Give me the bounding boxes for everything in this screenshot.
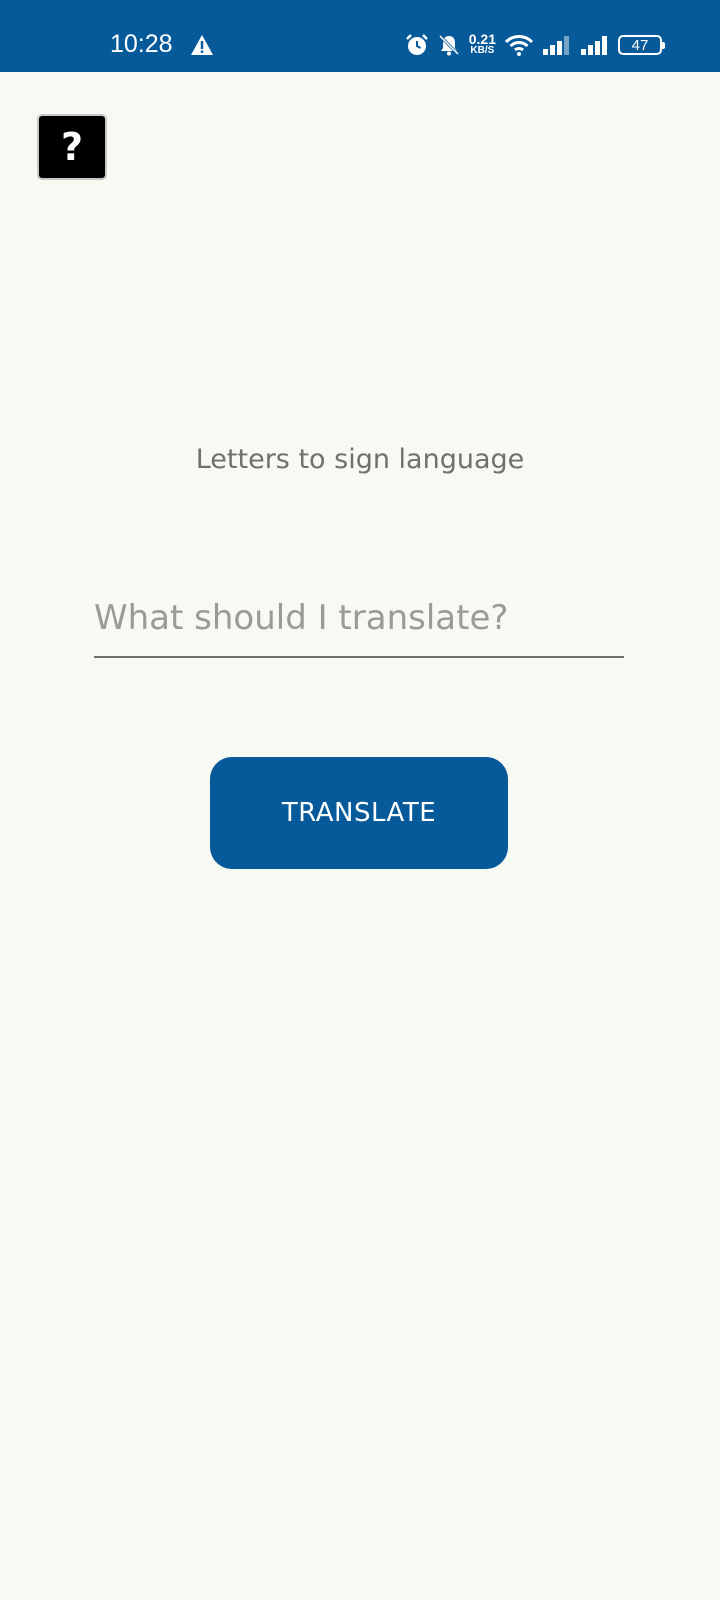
help-button[interactable]: ?: [37, 114, 107, 180]
network-speed-unit: KB/S: [470, 45, 495, 56]
signal-icon-2: [581, 36, 607, 55]
help-button-label: ?: [60, 125, 84, 169]
battery-level: 47: [631, 36, 649, 54]
translate-input-container: [94, 580, 624, 658]
translate-button-label: TRANSLATE: [281, 798, 437, 828]
battery-icon: 47: [618, 35, 665, 55]
status-icons: 0.21 KB/S 47: [405, 31, 665, 59]
status-time: 10:28: [110, 30, 173, 58]
wifi-icon: [504, 35, 534, 56]
alarm-icon: [405, 34, 428, 55]
translate-button[interactable]: TRANSLATE: [210, 757, 508, 869]
page-subtitle: Letters to sign language: [195, 444, 525, 475]
network-speed-value: 0.21: [468, 31, 496, 47]
signal-icon: [543, 36, 569, 55]
warning-icon: [191, 35, 213, 55]
translate-input[interactable]: [94, 580, 624, 656]
status-bar: 10:28 0.21 KB/S 47: [0, 0, 720, 72]
network-speed: 0.21 KB/S: [468, 31, 496, 57]
bell-off-icon: [438, 34, 459, 56]
